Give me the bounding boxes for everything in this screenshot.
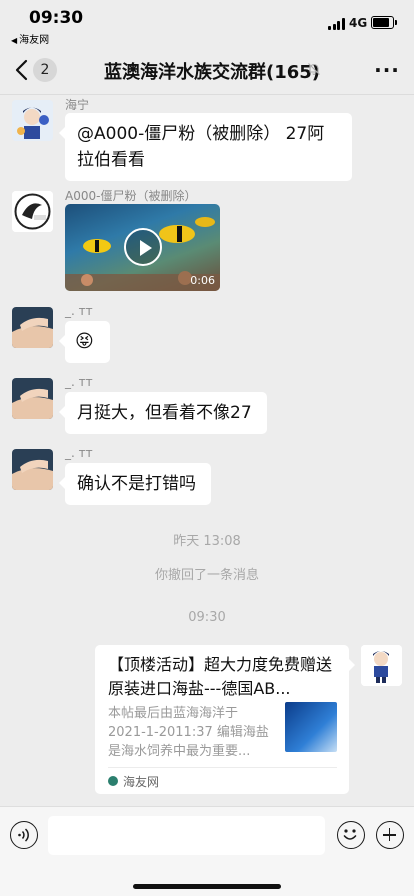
back-to-app-link[interactable]: ◀ 海友网 [11, 31, 49, 46]
avatar[interactable] [12, 378, 53, 419]
message-bubble[interactable]: 确认不是打错吗 [59, 463, 211, 505]
link-card-description: 本帖最后由蓝海海洋于 2021-1-2011:37 编辑海盐是海水饲养中最为重要… [108, 706, 269, 759]
play-icon[interactable] [124, 228, 162, 266]
link-card-source: 海友网 [123, 775, 160, 789]
back-app-label: 海友网 [19, 35, 50, 46]
sender-name: _. ᴛᴛ [65, 375, 93, 389]
sender-name: _. ᴛᴛ [65, 446, 93, 460]
status-time: 09:30 [29, 8, 84, 28]
link-card-message[interactable]: 【顶楼活动】超大力度免费赠送原装进口海盐---德国AB... 本帖最后由蓝海海洋… [95, 645, 355, 794]
sender-name: 海宁 [65, 98, 90, 112]
header-divider [0, 94, 414, 95]
emoji-message-bubble[interactable]: 😝 [59, 321, 110, 363]
video-duration: 0:06 [190, 274, 215, 287]
battery-icon [371, 16, 397, 29]
sender-name: _. ᴛᴛ [65, 304, 93, 318]
status-bar: 09:30 ◀ 海友网 4G [0, 0, 414, 46]
signal-icon [328, 18, 345, 30]
avatar[interactable] [12, 100, 53, 141]
emoji-icon[interactable] [337, 821, 365, 849]
avatar[interactable] [12, 191, 53, 232]
video-message[interactable]: 0:06 [65, 204, 220, 291]
my-avatar[interactable] [361, 645, 402, 686]
message-bubble[interactable]: 月挺大，但看着不像27 [59, 392, 267, 434]
chat-title: 蓝澳海洋水族交流群(165) [104, 62, 321, 83]
network-label: 4G [349, 16, 368, 30]
link-card-title: 【顶楼活动】超大力度免费赠送原装进口海盐---德国AB... [108, 655, 333, 698]
bell-muted-icon [308, 63, 320, 75]
sender-name: A000-僵尸粉（被删除） [65, 189, 197, 203]
more-dots-icon[interactable]: ··· [374, 56, 400, 84]
back-triangle-icon: ◀ [11, 36, 18, 45]
source-logo-icon [108, 776, 118, 786]
timestamp: 09:30 [188, 610, 226, 625]
message-bubble[interactable]: @A000-僵尸粉（被删除） 27阿拉伯看看 [59, 113, 352, 181]
input-bar [0, 806, 414, 896]
avatar[interactable] [12, 449, 53, 490]
voice-icon[interactable] [10, 821, 38, 849]
home-indicator [133, 884, 281, 889]
plus-icon[interactable] [376, 821, 404, 849]
chat-header: 2 蓝澳海洋水族交流群(165) ··· [0, 48, 414, 94]
link-card-divider [108, 767, 337, 768]
avatar[interactable] [12, 307, 53, 348]
recall-notice: 你撤回了一条消息 [154, 568, 259, 583]
link-card-thumbnail [285, 702, 337, 752]
timestamp: 昨天 13:08 [173, 534, 241, 549]
unread-count-badge[interactable]: 2 [33, 58, 57, 82]
message-input[interactable] [48, 816, 325, 855]
